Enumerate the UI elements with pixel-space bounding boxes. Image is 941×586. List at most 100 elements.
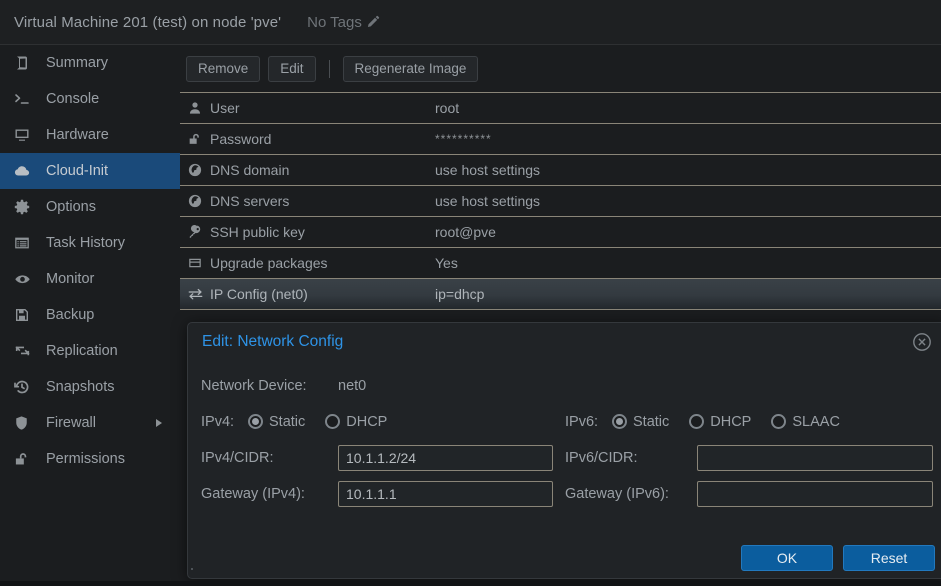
sidebar-item-label: Hardware	[46, 127, 109, 143]
reset-button[interactable]: Reset	[843, 544, 935, 571]
remove-button[interactable]: Remove	[186, 55, 261, 82]
row-key-cell: SSH public key	[180, 224, 435, 240]
sidebar-item-cloud-init[interactable]: Cloud-Init	[0, 153, 180, 189]
row-value: ip=dhcp	[435, 286, 485, 302]
table-row[interactable]: DNS domain use host settings	[180, 155, 941, 186]
cloudinit-toolbar: Remove Edit Regenerate Image	[180, 45, 941, 92]
sidebar-item-label: Permissions	[46, 451, 125, 467]
sidebar-item-label: Snapshots	[46, 379, 115, 395]
radio-label: DHCP	[710, 413, 752, 430]
radio-dot-icon	[689, 414, 705, 429]
ipv6-gateway-input[interactable]	[697, 480, 933, 507]
table-row[interactable]: IP Config (net0) ip=dhcp	[180, 279, 941, 310]
row-value-masked: **********	[435, 132, 492, 146]
table-row[interactable]: DNS servers use host settings	[180, 186, 941, 217]
row-key-label: SSH public key	[210, 224, 305, 240]
ipv6-dhcp-radio[interactable]: DHCP	[689, 414, 751, 430]
edit-button[interactable]: Edit	[268, 55, 316, 82]
ipv6-cidr-input[interactable]	[697, 444, 933, 471]
sidebar-item-hardware[interactable]: Hardware	[0, 117, 180, 153]
row-key-label: DNS servers	[210, 193, 290, 209]
ipv6-cidr-label: IPv6/CIDR:	[565, 449, 638, 466]
table-row[interactable]: Upgrade packages Yes	[180, 248, 941, 279]
radio-dot-icon	[325, 414, 341, 429]
table-row[interactable]: Password **********	[180, 124, 941, 155]
ipv4-dhcp-radio[interactable]: DHCP	[325, 414, 387, 430]
radio-label: Static	[269, 413, 306, 430]
package-icon	[188, 256, 203, 270]
ipv6-slaac-radio[interactable]: SLAAC	[771, 414, 840, 430]
sidebar-item-label: Monitor	[46, 271, 95, 287]
ipv6-gateway-label: Gateway (IPv6):	[565, 485, 669, 502]
sidebar-item-backup[interactable]: Backup	[0, 297, 180, 333]
globe-icon	[188, 194, 203, 208]
replication-icon	[14, 342, 36, 360]
pencil-icon[interactable]	[366, 15, 380, 29]
radio-dot-icon	[612, 414, 627, 429]
table-row[interactable]: SSH public key root@pve	[180, 217, 941, 248]
unlock-icon	[14, 450, 36, 468]
sidebar-item-firewall[interactable]: Firewall	[0, 405, 180, 441]
row-key-label: User	[210, 100, 240, 116]
cloud-icon	[14, 162, 36, 180]
chevron-right-icon[interactable]	[156, 419, 162, 427]
row-value: use host settings	[435, 193, 541, 209]
ipv6-static-radio[interactable]: Static	[612, 414, 669, 430]
radio-label: SLAAC	[792, 413, 840, 430]
sidebar-item-label: Replication	[46, 343, 118, 359]
list-icon	[14, 234, 36, 252]
row-value: use host settings	[435, 162, 541, 178]
radio-label: DHCP	[346, 413, 388, 430]
row-key-cell: DNS domain	[180, 162, 435, 178]
shield-icon	[14, 414, 36, 432]
sidebar-item-console[interactable]: Console	[0, 81, 180, 117]
tags-editor[interactable]: No Tags	[307, 14, 380, 31]
exchange-icon	[188, 287, 203, 301]
floppy-icon	[14, 306, 36, 324]
sidebar-item-label: Console	[46, 91, 100, 107]
sidebar-item-monitor[interactable]: Monitor	[0, 261, 180, 297]
sidebar-item-replication[interactable]: Replication	[0, 333, 180, 369]
ok-button[interactable]: OK	[741, 544, 833, 571]
row-key-cell: Upgrade packages	[180, 255, 435, 271]
ipv4-gateway-label: Gateway (IPv4):	[201, 485, 305, 502]
table-row[interactable]: User root	[180, 93, 941, 124]
row-key-label: IP Config (net0)	[210, 286, 308, 302]
sidebar-item-task-history[interactable]: Task History	[0, 225, 180, 261]
history-icon	[14, 378, 36, 396]
row-key-cell: DNS servers	[180, 193, 435, 209]
sidebar-item-snapshots[interactable]: Snapshots	[0, 369, 180, 405]
globe-icon	[188, 163, 203, 177]
network-device-row: Network Device: net0	[188, 371, 941, 400]
user-icon	[188, 101, 203, 115]
monitor-icon	[14, 126, 36, 144]
network-device-label: Network Device:	[201, 377, 307, 394]
ipv4-mode-radio-group: Static DHCP	[248, 414, 387, 430]
row-key-cell: IP Config (net0)	[180, 286, 435, 302]
page-title: Virtual Machine 201 (test) on node 'pve'	[14, 13, 282, 31]
radio-dot-icon	[771, 414, 787, 429]
ipv4-cidr-input[interactable]	[338, 444, 553, 471]
ipv4-static-radio[interactable]: Static	[248, 414, 305, 430]
network-device-value: net0	[338, 377, 367, 394]
close-circle-icon[interactable]	[911, 331, 933, 353]
sidebar-item-summary[interactable]: Summary	[0, 45, 180, 81]
toolbar-separator	[328, 59, 330, 78]
sidebar-item-options[interactable]: Options	[0, 189, 180, 225]
proxmox-vm-cloudinit-screen: Virtual Machine 201 (test) on node 'pve'…	[0, 0, 941, 586]
sidebar: Summary Console Hardware Cloud-Init Opti…	[0, 45, 180, 586]
edit-network-config-dialog: Edit: Network Config Network Device: net…	[187, 322, 941, 579]
row-key-label: Password	[210, 131, 272, 147]
sidebar-item-permissions[interactable]: Permissions	[0, 441, 180, 477]
ipv4-cidr-label: IPv4/CIDR:	[201, 449, 274, 466]
gear-icon	[14, 198, 36, 216]
row-value: root	[435, 100, 460, 116]
row-value: Yes	[435, 255, 458, 271]
ip-mode-row: IPv4: Static DHCP IPv6: Static DHCP SLAA…	[188, 407, 941, 436]
ipv4-gateway-input[interactable]	[338, 480, 553, 507]
regenerate-image-button[interactable]: Regenerate Image	[342, 55, 479, 82]
page-header: Virtual Machine 201 (test) on node 'pve'…	[0, 0, 941, 45]
bottom-strip	[0, 581, 941, 586]
dialog-header: Edit: Network Config	[188, 323, 941, 361]
sidebar-item-label: Task History	[46, 235, 125, 251]
